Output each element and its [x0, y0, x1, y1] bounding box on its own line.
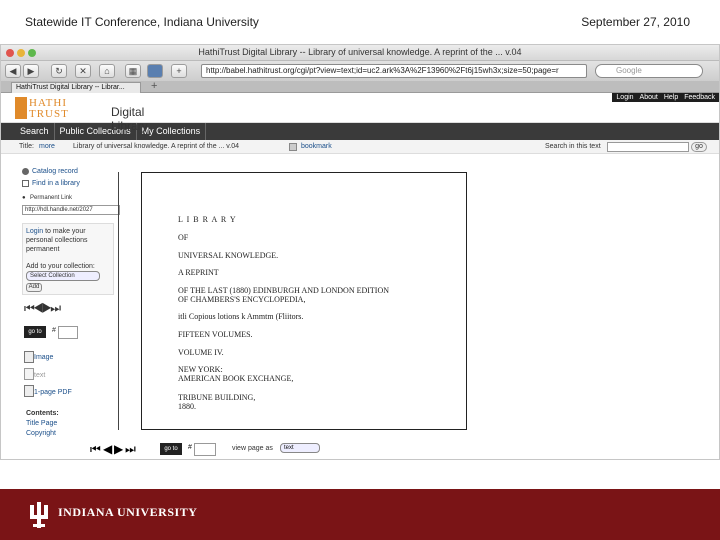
- text-view-icon[interactable]: [24, 368, 34, 380]
- logo-mark-icon: [15, 97, 27, 119]
- page-line: itli Copious lotions k Ammtm (Fliitors.: [178, 312, 304, 321]
- site-name: Digital Library: [111, 105, 148, 133]
- find-library-link[interactable]: Find in a library: [32, 180, 80, 187]
- hathitrust-header: HATHI TRUST Digital Library Login About …: [1, 93, 719, 133]
- page-line: VOLUME IV.: [178, 348, 224, 357]
- catalog-icon: [22, 168, 29, 175]
- top-links: Login About Help Feedback: [612, 93, 719, 102]
- address-bar[interactable]: http://babel.hathitrust.org/cgi/pt?view=…: [201, 64, 587, 78]
- image-view-link[interactable]: Image: [34, 354, 53, 361]
- google-search-input[interactable]: Google: [595, 64, 703, 78]
- login-link[interactable]: Login: [616, 93, 633, 102]
- book-page: L I B R A R Y OF UNIVERSAL KNOWLEDGE. A …: [141, 172, 467, 430]
- page-number-input[interactable]: [58, 326, 78, 339]
- add-collection-label: Add to your collection:: [26, 263, 95, 270]
- logo-line2: TRUST: [29, 108, 69, 120]
- title-page-link[interactable]: Title Page: [26, 420, 57, 427]
- first-page-icon[interactable]: ⏮: [24, 301, 35, 315]
- tab-hathitrust[interactable]: HathiTrust Digital Library -- Librar...: [11, 82, 141, 93]
- forward-arrow-icon[interactable]: ▶: [23, 64, 39, 78]
- page-line: TRIBUNE BUILDING,: [178, 393, 256, 402]
- bookmark-link[interactable]: bookmark: [301, 143, 332, 150]
- last-page-icon[interactable]: ⏭: [125, 442, 136, 456]
- window-title: HathiTrust Digital Library -- Library of…: [198, 47, 522, 57]
- grid-icon[interactable]: ▦: [125, 64, 141, 78]
- help-link[interactable]: Help: [664, 93, 678, 102]
- collection-box: Login to make your personal collections …: [22, 223, 114, 295]
- pdf-link[interactable]: 1-page PDF: [34, 389, 72, 396]
- permanent-link-label: Permanent Link: [30, 195, 73, 201]
- prev-page-icon[interactable]: ◀: [33, 301, 44, 315]
- add-bookmark-icon[interactable]: +: [171, 64, 187, 78]
- page-hash-bottom: #: [188, 444, 192, 451]
- page-line: 1880.: [178, 402, 196, 411]
- feedback-link[interactable]: Feedback: [684, 93, 715, 102]
- new-tab-icon[interactable]: +: [151, 80, 157, 92]
- title-more-link[interactable]: more: [39, 143, 55, 150]
- next-page-icon[interactable]: ▶: [42, 301, 53, 315]
- slide-date: September 27, 2010: [581, 15, 690, 29]
- search-go-button[interactable]: go: [691, 142, 707, 152]
- view-page-as-label: view page as: [232, 445, 273, 452]
- search-text-input[interactable]: [607, 142, 689, 152]
- page-line: OF CHAMBERS'S ENCYCLOPEDIA,: [178, 295, 306, 304]
- page-viewer: L I B R A R Y OF UNIVERSAL KNOWLEDGE. A …: [118, 172, 470, 430]
- iu-footer: INDIANA UNIVERSITY: [0, 489, 720, 540]
- page-line: OF THE LAST (1880) EDINBURGH AND LONDON …: [178, 286, 390, 295]
- reload-icon[interactable]: ↻: [51, 64, 67, 78]
- page-nav-arrows: ⏮◀▶⏭: [24, 301, 61, 316]
- page-number-input-bottom[interactable]: [194, 443, 216, 456]
- text-view-link[interactable]: text: [34, 372, 45, 379]
- go-to-button-bottom[interactable]: go to: [160, 443, 182, 455]
- next-page-icon[interactable]: ▶: [114, 442, 123, 456]
- add-collection-button[interactable]: Add: [26, 283, 42, 292]
- link-icon: ●: [22, 195, 26, 201]
- title-row: Title: more Library of universal knowled…: [1, 140, 719, 154]
- page-line: OF: [178, 233, 189, 242]
- image-view-icon[interactable]: [24, 351, 34, 363]
- hathitrust-logo[interactable]: HATHI TRUST Digital Library: [15, 97, 148, 133]
- page-line: UNIVERSAL KNOWLEDGE.: [178, 251, 279, 260]
- about-link[interactable]: About: [640, 93, 658, 102]
- view-mode-select[interactable]: text: [280, 443, 320, 453]
- slide-title: Statewide IT Conference, Indiana Univers…: [25, 15, 259, 29]
- page-line: L I B R A R Y: [178, 215, 237, 224]
- back-arrow-icon[interactable]: ◀: [5, 64, 21, 78]
- iu-wordmark: INDIANA UNIVERSITY: [58, 505, 198, 519]
- browser-toolbar: ◀ ▶ ↻ ✕ ⌂ ▦ + http://babel.hathitrust.or…: [1, 61, 719, 81]
- first-page-icon[interactable]: ⏮: [90, 442, 101, 456]
- permanent-link-input[interactable]: http://hdl.handle.net/2027: [22, 205, 120, 215]
- page-line: FIFTEEN VOLUMES.: [178, 330, 253, 339]
- slide-header: Statewide IT Conference, Indiana Univers…: [0, 0, 720, 44]
- search-text-label: Search in this text: [545, 143, 601, 150]
- window-titlebar: HathiTrust Digital Library -- Library of…: [1, 45, 719, 61]
- bottom-page-nav: ⏮ ◀ ▶ ⏭ go to # view page as text: [90, 442, 430, 456]
- page-line: NEW YORK:: [178, 365, 223, 374]
- copyright-link[interactable]: Copyright: [26, 430, 56, 437]
- select-collection-dropdown[interactable]: Select Collection: [26, 271, 100, 281]
- contents-heading: Contents:: [26, 410, 59, 417]
- tab-bar: HathiTrust Digital Library -- Librar... …: [1, 80, 719, 93]
- go-to-button[interactable]: go to: [24, 326, 46, 338]
- bookmark-page-icon[interactable]: [289, 143, 297, 151]
- prev-page-icon[interactable]: ◀: [103, 442, 112, 456]
- login-link-sidebar[interactable]: Login: [26, 228, 43, 235]
- home-icon[interactable]: ⌂: [99, 64, 115, 78]
- page-line: AMERICAN BOOK EXCHANGE,: [178, 374, 294, 383]
- nav-search[interactable]: Search: [15, 123, 55, 140]
- last-page-icon[interactable]: ⏭: [50, 301, 61, 315]
- iu-trident-icon: [30, 502, 48, 528]
- main-nav: Search Public Collections My Collections: [1, 123, 719, 140]
- page-hash: #: [52, 327, 56, 334]
- library-icon: [22, 180, 29, 187]
- stop-icon[interactable]: ✕: [75, 64, 91, 78]
- book-title: Library of universal knowledge. A reprin…: [73, 143, 240, 150]
- title-label: Title:: [19, 143, 34, 150]
- bookmark-icon[interactable]: [147, 64, 163, 78]
- pdf-icon[interactable]: [24, 385, 34, 397]
- catalog-record-link[interactable]: Catalog record: [32, 168, 78, 175]
- page-line: A REPRINT: [178, 268, 219, 277]
